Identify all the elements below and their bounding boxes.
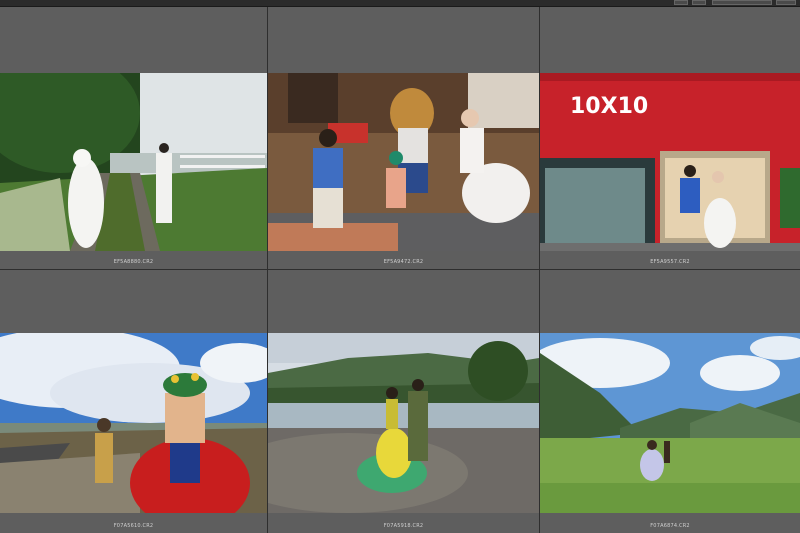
store-sign: 10X10 [570,94,648,119]
photo-thumbnail[interactable] [0,73,267,251]
thumbnail-cell[interactable]: EF5A9472.CR2 [268,7,539,269]
thumbnail-cell[interactable]: F07A5610.CR2 [0,270,267,533]
thumbnail-grid: EF5A8880.CR2 EF5A9472.CR2 10X10 EF5A9557… [0,7,800,533]
thumbnail-filename: F07A5610.CR2 [113,523,154,529]
thumbnail-filename: F07A5918.CR2 [383,523,424,529]
toolbar-button[interactable] [674,0,688,5]
thumbnail-cell[interactable]: EF5A8880.CR2 [0,7,267,269]
toolbar-button[interactable] [776,0,796,5]
top-toolbar [0,0,800,7]
thumbnail-filename: EF5A8880.CR2 [113,259,154,265]
thumbnail-filename: EF5A9557.CR2 [650,259,690,265]
photo-thumbnail[interactable] [0,333,267,513]
thumbnail-filename: EF5A9472.CR2 [383,259,424,265]
photo-thumbnail[interactable] [540,333,800,513]
photo-thumbnail[interactable] [268,333,539,513]
photo-thumbnail[interactable] [268,73,539,251]
thumbnail-cell[interactable]: F07A6874.CR2 [540,270,800,533]
thumbnail-cell[interactable]: 10X10 EF5A9557.CR2 [540,7,800,269]
photo-thumbnail[interactable]: 10X10 [540,73,800,251]
toolbar-button[interactable] [712,0,772,5]
toolbar-button[interactable] [692,0,706,5]
thumbnail-cell[interactable]: F07A5918.CR2 [268,270,539,533]
thumbnail-filename: F07A6874.CR2 [650,523,690,529]
